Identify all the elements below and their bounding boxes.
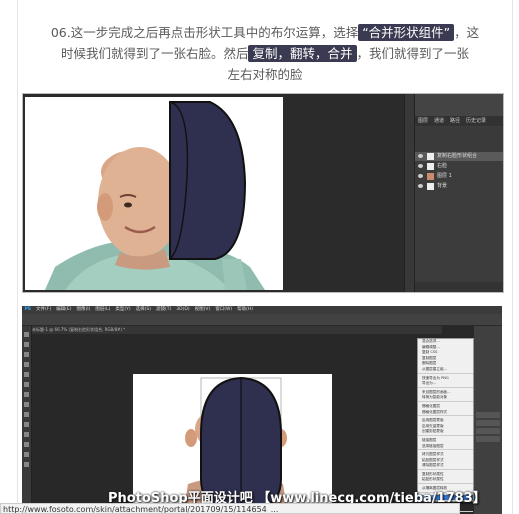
instruction-tag-merge-shapes: “合并形状组件” [358, 24, 455, 41]
menu-bar: PS 文件(F) 编辑(E) 图像(I) 图层(L) 类型(Y) 选择(S) 滤镜(T) 3D(… [22, 306, 502, 314]
layer-row[interactable] [476, 412, 500, 418]
menu-image[interactable]: 图像(I) [74, 307, 93, 312]
eye-icon[interactable] [418, 174, 423, 178]
pen-tool-icon[interactable] [24, 422, 29, 427]
layer-name: 图层 1 [437, 173, 452, 179]
layer-thumbnail [427, 173, 434, 180]
instruction-text-2b: ，我们就得到了一张 [356, 46, 470, 61]
instruction-text-1b: ，这 [454, 25, 480, 40]
eye-icon[interactable] [418, 184, 423, 188]
layer-row[interactable]: 右脸 [415, 162, 503, 171]
panel-tabs: 图层 通道 路径 历史记录 [415, 116, 503, 126]
menu-view[interactable]: 视图(V) [192, 307, 213, 312]
instruction-text-3: 左右对称的脸 [227, 67, 303, 82]
layer-name: 右脸 [437, 163, 448, 169]
status-url-bar: http://www.fosoto.com/skin/attachment/po… [0, 503, 460, 514]
layer-row[interactable] [476, 420, 500, 426]
article-page: 06.这一步完成之后再点击形状工具中的布尔运算，选择 “合并形状组件” ，这 时候我… [0, 0, 519, 514]
layer-row[interactable]: 背景 [415, 182, 503, 191]
content-border-right [512, 0, 513, 514]
instruction-text-1a: 06.这一步完成之后再点击形状工具中的布尔运算，选择 [50, 25, 359, 40]
eraser-tool-icon[interactable] [24, 402, 29, 407]
ps-logo: PS [24, 307, 32, 312]
layer-thumbnail [427, 183, 434, 190]
menu-file[interactable]: 文件(F) [34, 307, 54, 312]
gradient-tool-icon[interactable] [24, 412, 29, 417]
eye-icon[interactable] [418, 164, 423, 168]
zoom-tool-icon[interactable] [24, 462, 29, 467]
layers-panel: 图层 通道 路径 历史记录 复制右脸形状组合 右脸 图层 1 背景 [414, 94, 503, 292]
marquee-tool-icon[interactable] [24, 342, 29, 347]
lasso-tool-icon[interactable] [24, 352, 29, 357]
crop-tool-icon[interactable] [24, 362, 29, 367]
layer-row[interactable]: 复制右脸形状组合 [415, 152, 503, 161]
layers-panel-right [474, 326, 502, 514]
step-instruction: 06.这一步完成之后再点击形状工具中的布尔运算，选择 “合并形状组件” ，这 时候我… [30, 22, 500, 85]
document-tab[interactable]: 未标题-1 @ 66.7% (复制右脸形状组合, RGB/8#) * [32, 326, 442, 334]
tab-history[interactable]: 历史记录 [463, 118, 489, 124]
layer-thumbnail [427, 163, 434, 170]
menu-3d[interactable]: 3D(D) [174, 307, 192, 312]
screenshot-photoshop-merged-face: PS 文件(F) 编辑(E) 图像(I) 图层(L) 类型(Y) 选择(S) 滤镜(T) 3D(… [22, 306, 502, 514]
menu-help[interactable]: 帮助(H) [235, 307, 256, 312]
brush-tool-icon[interactable] [24, 382, 29, 387]
panel-footer-icons[interactable] [415, 282, 503, 292]
instruction-text-2a: 时候我们就得到了一张右脸。然后 [60, 46, 249, 61]
eye-icon[interactable] [418, 154, 423, 158]
tab-paths[interactable]: 路径 [447, 118, 463, 124]
options-bar[interactable] [22, 314, 502, 326]
type-tool-icon[interactable] [24, 432, 29, 437]
content-border-left [17, 0, 18, 514]
menu-window[interactable]: 窗口(W) [213, 307, 235, 312]
layer-name: 复制右脸形状组合 [437, 153, 478, 159]
layer-name: 背景 [437, 183, 448, 189]
menu-filter[interactable]: 滤镜(T) [154, 307, 174, 312]
tools-panel [22, 326, 32, 514]
hand-tool-icon[interactable] [24, 452, 29, 457]
panel-header [415, 94, 503, 117]
menu-type[interactable]: 类型(Y) [113, 307, 133, 312]
layer-context-menu: 混合选项... 编辑调整... 复制 CSS 复制图层 删除图层 从图层建立组... 快速导… [417, 338, 474, 513]
tab-layers[interactable]: 图层 [415, 118, 431, 124]
eyedropper-tool-icon[interactable] [24, 372, 29, 377]
menu-layer[interactable]: 图层(L) [93, 307, 113, 312]
canvas-face-photo [25, 97, 283, 290]
layer-filter-tools[interactable] [415, 127, 503, 151]
face-photo-illustration [25, 97, 283, 290]
tab-channels[interactable]: 通道 [431, 118, 447, 124]
layer-row[interactable]: 图层 1 [415, 172, 503, 181]
move-tool-icon[interactable] [24, 332, 29, 337]
layer-thumbnail [427, 153, 434, 160]
layer-row[interactable] [476, 436, 500, 442]
layer-row[interactable] [476, 428, 500, 434]
screenshot-photoshop-right-face: 图层 通道 路径 历史记录 复制右脸形状组合 右脸 图层 1 背景 [22, 93, 504, 293]
menu-edit[interactable]: 编辑(E) [54, 307, 74, 312]
stamp-tool-icon[interactable] [24, 392, 29, 397]
instruction-tag-copy-flip-merge: 复制，翻转，合并 [248, 45, 357, 62]
shape-tool-icon[interactable] [24, 442, 29, 447]
menu-select[interactable]: 选择(S) [133, 307, 153, 312]
